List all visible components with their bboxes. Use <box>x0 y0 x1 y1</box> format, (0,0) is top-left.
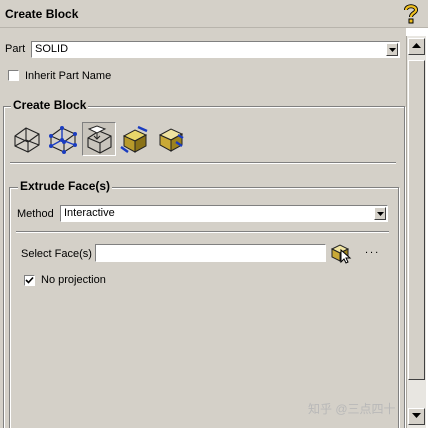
more-options-button[interactable]: ... <box>365 244 380 256</box>
inherit-part-name-checkbox[interactable] <box>8 70 19 81</box>
vertex-cube-tool[interactable] <box>46 122 80 156</box>
chevron-down-icon[interactable] <box>374 207 386 220</box>
arrow-down-icon <box>412 413 421 418</box>
solid-cube-faces-icon <box>158 128 184 152</box>
select-cursor-cube-icon[interactable] <box>330 242 352 264</box>
vertex-cube-icon <box>49 126 77 154</box>
watermark-text: 知乎 @三点四十 <box>308 402 396 416</box>
part-label: Part <box>5 43 26 55</box>
create-block-heading: Create Block <box>11 98 89 112</box>
no-projection-label: No projection <box>41 274 106 286</box>
help-question-icon[interactable] <box>401 3 421 25</box>
extrude-faces-group <box>9 187 399 428</box>
method-value: Interactive <box>64 207 115 219</box>
part-select[interactable]: SOLID <box>31 41 400 58</box>
vertical-scrollbar[interactable] <box>406 36 426 428</box>
method-label: Method <box>17 208 54 220</box>
method-divider <box>16 231 389 233</box>
arrow-up-icon <box>412 43 421 48</box>
part-value: SOLID <box>35 43 69 55</box>
select-faces-label: Select Face(s) <box>21 248 92 260</box>
wireframe-cube-tool[interactable] <box>10 122 44 156</box>
extrude-face-tool[interactable] <box>82 122 116 156</box>
scroll-thumb[interactable] <box>408 60 425 380</box>
extrude-faces-heading: Extrude Face(s) <box>18 179 113 193</box>
method-select[interactable]: Interactive <box>60 205 388 222</box>
title-bar: Create Block <box>0 0 428 28</box>
checkmark-icon <box>25 276 34 284</box>
solid-cube-arrows-icon <box>120 125 148 153</box>
extrude-face-cube-icon <box>87 125 112 154</box>
solid-cube-faces-tool[interactable] <box>154 122 188 156</box>
scroll-down-button[interactable] <box>408 408 425 425</box>
create-block-panel: Part SOLID Inherit Part Name Create Bloc… <box>0 28 406 428</box>
solid-cube-arrows-tool[interactable] <box>118 122 152 156</box>
select-faces-input[interactable] <box>95 244 326 262</box>
inherit-part-name-label: Inherit Part Name <box>25 70 112 82</box>
wireframe-cube-icon <box>14 127 40 153</box>
scroll-up-button[interactable] <box>408 38 425 55</box>
window-title: Create Block <box>5 7 79 21</box>
toolbar-divider <box>10 162 396 164</box>
chevron-down-icon[interactable] <box>386 43 398 56</box>
no-projection-checkbox[interactable] <box>24 275 35 286</box>
